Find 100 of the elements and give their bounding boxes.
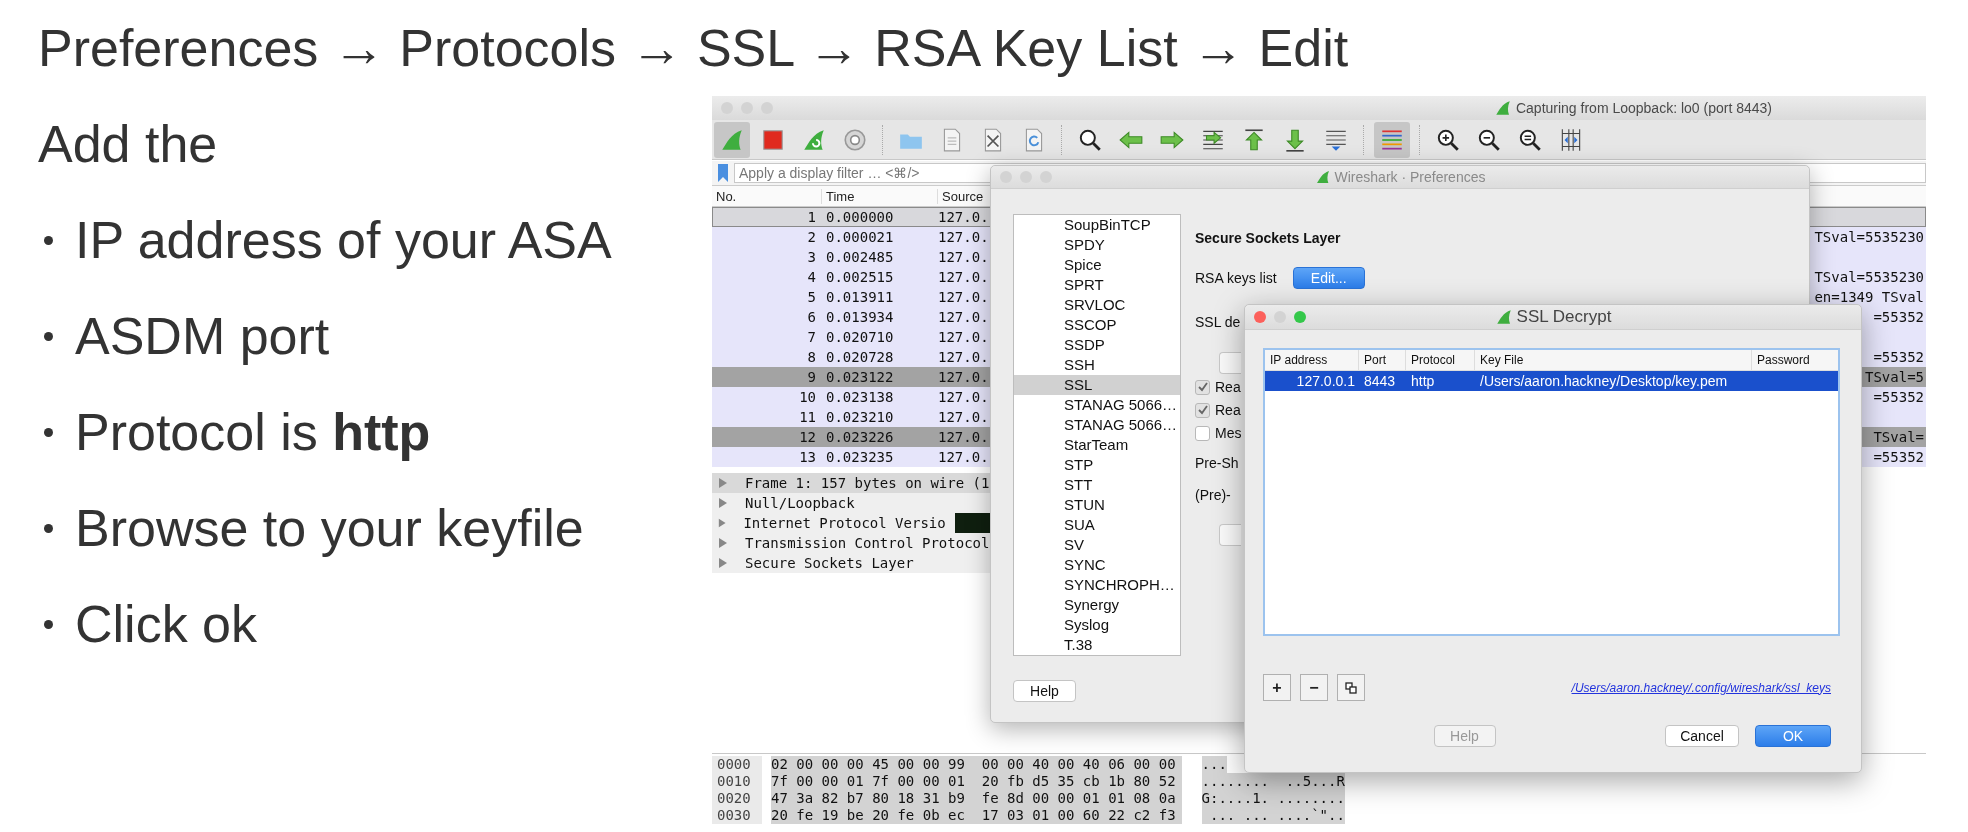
field-label: Pre-Sh — [1195, 454, 1239, 472]
packet-time: 0.023210 — [826, 409, 895, 425]
protocol-item[interactable]: Syslog — [1014, 615, 1180, 635]
column-header[interactable]: No. — [712, 188, 822, 204]
expand-arrow-icon[interactable] — [718, 557, 728, 569]
striped-lines-icon[interactable] — [1374, 121, 1410, 158]
protocol-item[interactable]: STUN — [1014, 495, 1180, 515]
packet-source: 127.0. — [938, 409, 989, 425]
packet-source: 127.0. — [938, 309, 989, 325]
protocol-item[interactable]: STANAG 5066… — [1014, 415, 1180, 435]
protocol-item[interactable]: SSCOP — [1014, 315, 1180, 335]
packet-number: 8 — [806, 349, 816, 365]
protocol-item[interactable]: SV — [1014, 535, 1180, 555]
checkbox-label: Rea — [1215, 402, 1241, 418]
cancel-button[interactable]: Cancel — [1665, 725, 1739, 747]
hex-ascii: G:....1. ........ — [1201, 790, 1345, 807]
file-path-link[interactable]: /Users/aaron.hackney/.config/wireshark/ssl_keys — [1571, 680, 1831, 695]
hex-offset: 0030 — [712, 807, 762, 824]
packet-number: 6 — [806, 309, 816, 325]
packet-time: 0.013934 — [826, 309, 895, 325]
copy-button[interactable] — [1337, 674, 1365, 701]
protocol-item[interactable]: T.38 — [1014, 635, 1180, 655]
protocol-item[interactable]: SPRT — [1014, 275, 1180, 295]
detail-row[interactable]: Transmission Control Protocol — [712, 533, 990, 553]
window-title: Capturing from Loopback: lo0 (port 8443) — [1515, 100, 1772, 116]
detail-text: Frame 1: 157 bytes on wire (1 — [745, 475, 990, 491]
protocol-item[interactable]: SYNCHROPH… — [1014, 575, 1180, 595]
bullet-icon — [44, 427, 53, 437]
close-button[interactable] — [1254, 311, 1266, 323]
bullet-icon — [44, 235, 53, 245]
protocol-item[interactable]: Spice — [1014, 255, 1180, 275]
packet-number: 12 — [798, 429, 816, 445]
detail-row[interactable]: Null/Loopback — [712, 493, 990, 513]
protocol-item[interactable]: StarTeam — [1014, 435, 1180, 455]
checkbox-label: Rea — [1215, 379, 1241, 395]
remove-button[interactable]: − — [1300, 674, 1328, 701]
hex-offset: 0020 — [712, 790, 762, 807]
protocol-item[interactable]: SSL — [1014, 375, 1180, 395]
expand-arrow-icon[interactable] — [718, 537, 728, 549]
packet-time: 0.020710 — [826, 329, 895, 345]
window-title: SSL Decrypt — [1516, 307, 1612, 327]
add-button[interactable]: + — [1263, 674, 1291, 701]
help-button[interactable]: Help — [1013, 680, 1076, 702]
hex-ascii: ... — [1201, 756, 1227, 773]
shark-fin-icon — [1314, 169, 1331, 185]
detail-text: Internet Protocol Versio — [743, 515, 946, 531]
checkbox[interactable] — [1195, 425, 1210, 441]
expand-arrow-icon[interactable] — [718, 517, 727, 529]
protocol-item[interactable]: SYNC — [1014, 555, 1180, 575]
packet-time: 0.023138 — [826, 389, 895, 405]
detail-text: Secure Sockets Layer — [745, 555, 914, 571]
button-edge[interactable] — [1219, 524, 1241, 546]
packet-source: 127.0. — [938, 289, 989, 305]
hex-ascii: ... ... ....`".. — [1201, 807, 1345, 824]
protocol-item[interactable]: STANAG 5066… — [1014, 395, 1180, 415]
table-row[interactable]: 127.0.0.1 8443 http /Users/aaron.hackney/Desktop/key.pem — [1265, 371, 1838, 391]
detail-row[interactable]: Frame 1: 157 bytes on wire (1 — [712, 473, 990, 493]
packet-info: =55352 — [1873, 389, 1925, 405]
protocol-item[interactable]: STT — [1014, 475, 1180, 495]
bullet-icon — [44, 619, 53, 629]
shark-fin-icon — [1493, 99, 1512, 117]
column-header[interactable]: Key File — [1475, 350, 1752, 370]
packet-source: 127.0. — [938, 349, 989, 365]
button-edge[interactable] — [1219, 352, 1241, 374]
field-label: (Pre)- — [1195, 486, 1231, 504]
section-title: Secure Sockets Layer — [1195, 229, 1341, 247]
protocol-item[interactable]: STP — [1014, 455, 1180, 475]
packet-source: 127.0. — [938, 429, 989, 445]
column-header[interactable]: Port — [1359, 350, 1406, 370]
zoom-button[interactable] — [1294, 311, 1306, 323]
packet-source: 127.0. — [938, 209, 989, 225]
bullet-text: IP address of your ASA — [75, 210, 612, 270]
packet-info: TSval= — [1873, 429, 1925, 445]
protocol-item[interactable]: SSDP — [1014, 335, 1180, 355]
protocol-item[interactable]: SoupBinTCP — [1014, 215, 1180, 235]
hex-bytes: 7f 00 00 01 7f 00 00 01 20 fb d5 35 cb 1b 80 52 — [771, 773, 1182, 790]
expand-arrow-icon[interactable] — [718, 497, 728, 509]
protocol-item[interactable]: SUA — [1014, 515, 1180, 535]
expand-arrow-icon[interactable] — [718, 477, 728, 489]
column-header[interactable]: Time — [822, 188, 938, 204]
packet-number: 13 — [798, 449, 816, 465]
protocol-item[interactable]: SRVLOC — [1014, 295, 1180, 315]
protocol-item[interactable]: Synergy — [1014, 595, 1180, 615]
column-header[interactable]: IP address — [1265, 350, 1359, 370]
protocol-item[interactable]: SSH — [1014, 355, 1180, 375]
packet-source: 127.0. — [938, 229, 989, 245]
packet-time: 0.000000 — [826, 209, 895, 225]
field-label: RSA keys list — [1195, 270, 1277, 286]
protocol-item[interactable]: SPDY — [1014, 235, 1180, 255]
packet-source: 127.0. — [938, 449, 989, 465]
column-header[interactable]: Protocol — [1406, 350, 1475, 370]
copy-icon — [1345, 681, 1357, 694]
bookmark-icon[interactable] — [718, 164, 728, 182]
packet-time: 0.023235 — [826, 449, 895, 465]
hex-bytes: 02 00 00 00 45 00 00 99 00 00 40 00 40 06 00 00 — [771, 756, 1182, 773]
column-header[interactable]: Password — [1752, 350, 1838, 370]
detail-row[interactable]: Internet Protocol Versio — [712, 513, 990, 533]
detail-row[interactable]: Secure Sockets Layer — [712, 553, 990, 573]
shark-fin-icon[interactable] — [714, 121, 750, 158]
packet-number: 1 — [806, 209, 816, 225]
